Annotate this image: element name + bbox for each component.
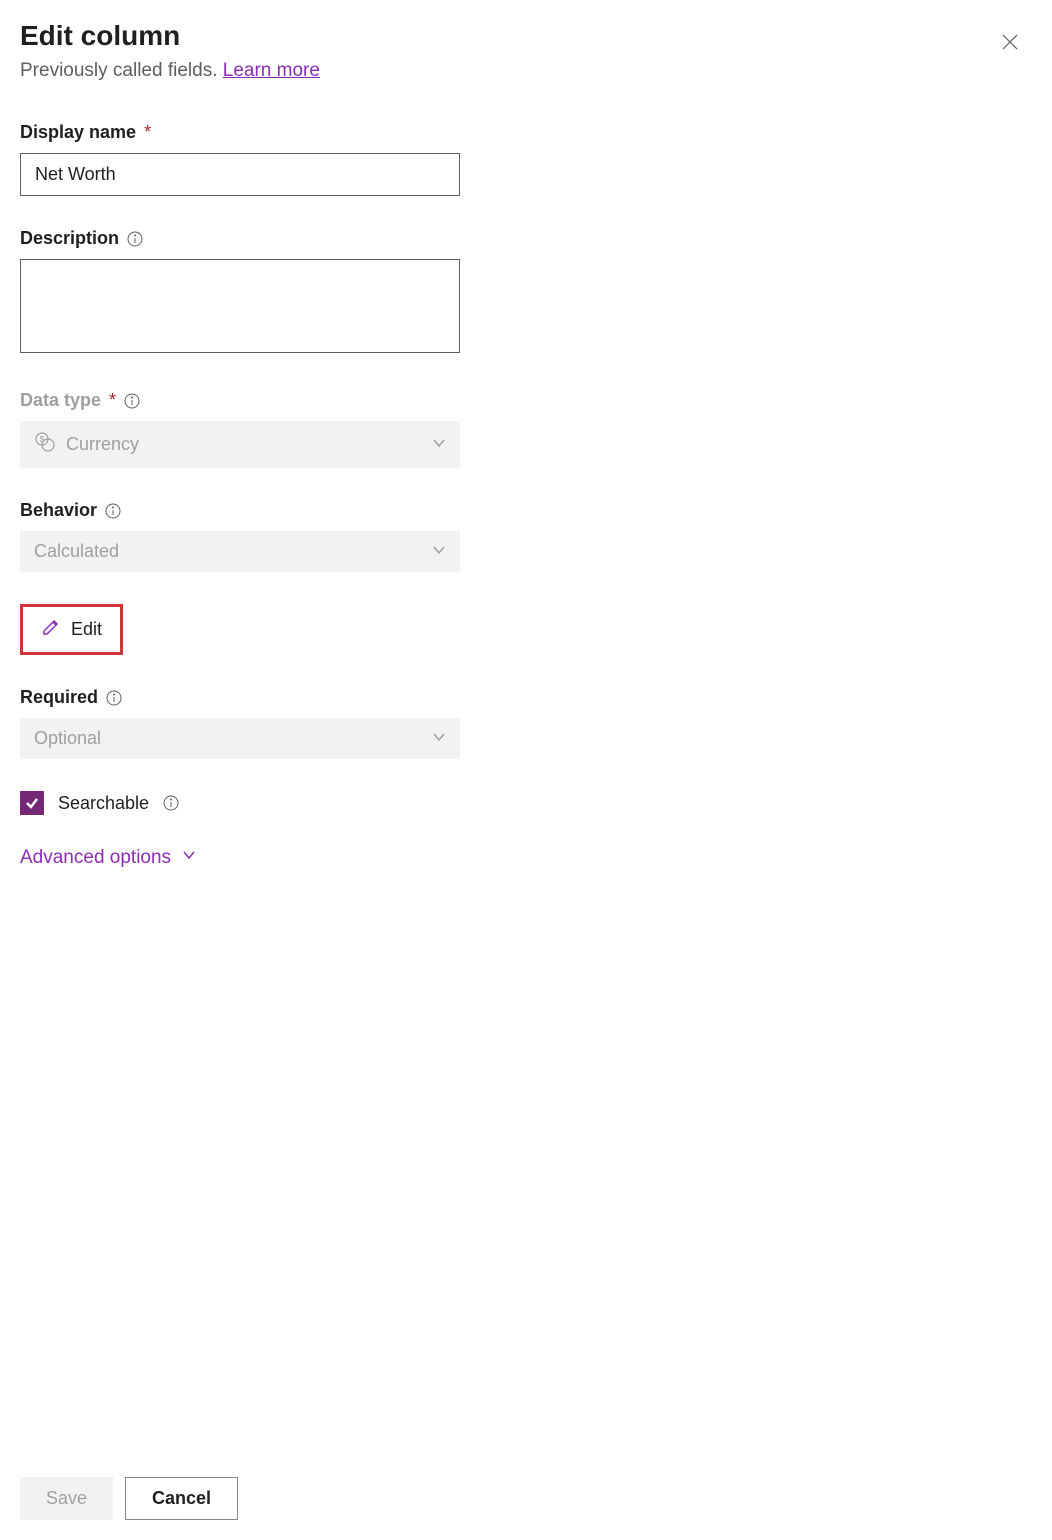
data-type-select: $ Currency <box>20 421 460 468</box>
edit-behavior-section: Edit <box>20 604 460 655</box>
info-icon[interactable] <box>106 690 122 706</box>
cancel-button[interactable]: Cancel <box>125 1477 238 1520</box>
info-icon[interactable] <box>105 503 121 519</box>
display-name-input[interactable] <box>20 153 460 196</box>
searchable-checkbox[interactable] <box>20 791 44 815</box>
description-input[interactable] <box>20 259 460 353</box>
close-icon <box>1001 33 1019 51</box>
footer: Save Cancel <box>20 1457 1032 1520</box>
required-indicator: * <box>144 122 151 143</box>
required-value: Optional <box>34 728 101 749</box>
panel-title: Edit column <box>20 20 1032 52</box>
description-field: Description <box>20 228 460 358</box>
check-icon <box>24 795 40 811</box>
info-icon[interactable] <box>124 393 140 409</box>
chevron-down-icon <box>181 847 197 869</box>
required-field: Required Optional <box>20 687 460 759</box>
advanced-options-label: Advanced options <box>20 847 171 869</box>
data-type-value: Currency <box>66 434 139 455</box>
edit-button[interactable]: Edit <box>20 604 123 655</box>
required-indicator: * <box>109 390 116 411</box>
edit-button-label: Edit <box>71 619 102 640</box>
form-section: Display name * Description Data type * <box>20 122 460 869</box>
panel-subtitle: Previously called fields. Learn more <box>20 60 1032 82</box>
display-name-field: Display name * <box>20 122 460 196</box>
panel-header: Edit column Previously called fields. Le… <box>20 20 1032 82</box>
learn-more-link[interactable]: Learn more <box>223 60 320 81</box>
behavior-value: Calculated <box>34 541 119 562</box>
info-icon[interactable] <box>163 795 179 811</box>
close-button[interactable] <box>998 30 1022 54</box>
required-select: Optional <box>20 718 460 759</box>
description-label: Description <box>20 228 460 249</box>
behavior-label: Behavior <box>20 500 460 521</box>
chevron-down-icon <box>432 434 446 455</box>
save-button: Save <box>20 1477 113 1520</box>
required-label: Required <box>20 687 460 708</box>
pencil-icon <box>41 617 61 642</box>
currency-icon: $ <box>34 431 56 458</box>
chevron-down-icon <box>432 728 446 749</box>
advanced-options-toggle[interactable]: Advanced options <box>20 847 460 869</box>
subtitle-text: Previously called fields. <box>20 60 223 81</box>
display-name-label: Display name * <box>20 122 460 143</box>
behavior-select: Calculated <box>20 531 460 572</box>
searchable-field: Searchable <box>20 791 460 815</box>
data-type-field: Data type * $ Currency <box>20 390 460 468</box>
searchable-label: Searchable <box>58 793 149 814</box>
info-icon[interactable] <box>127 231 143 247</box>
chevron-down-icon <box>432 541 446 562</box>
data-type-label: Data type * <box>20 390 460 411</box>
behavior-field: Behavior Calculated <box>20 500 460 572</box>
